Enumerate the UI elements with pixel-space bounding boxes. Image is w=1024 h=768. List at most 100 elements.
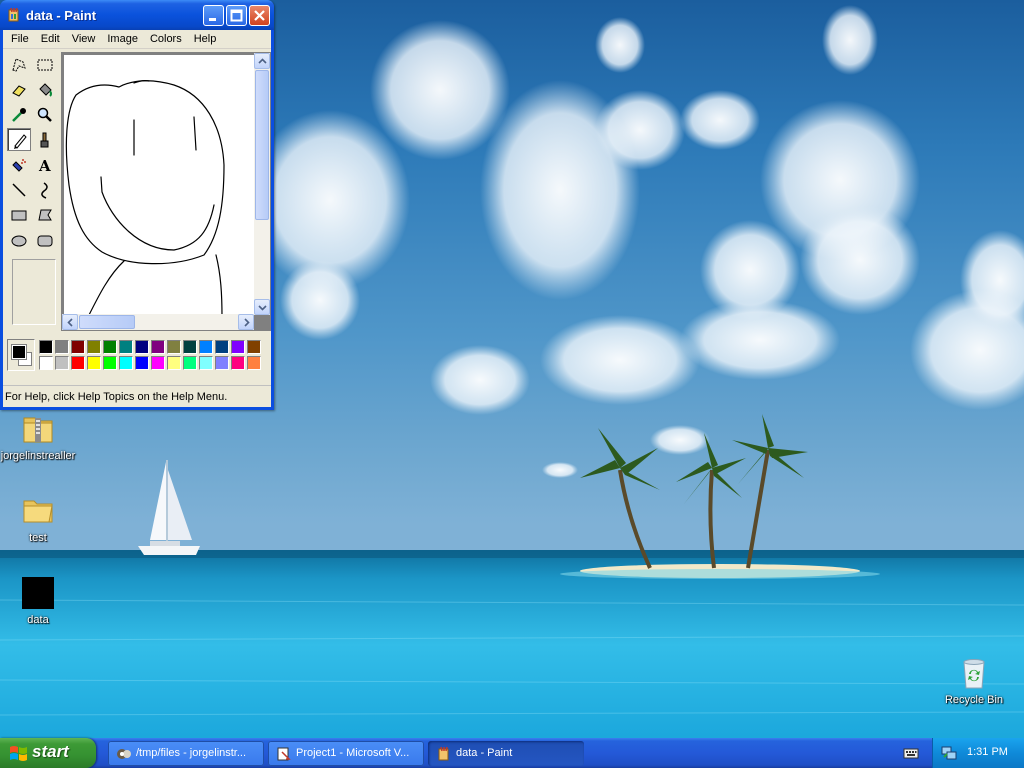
palette-swatch[interactable] (215, 340, 229, 354)
scroll-left-button[interactable] (62, 314, 78, 330)
text-tool-icon: A (38, 157, 51, 174)
zip-folder-icon (21, 412, 55, 446)
paint-title-bar[interactable]: data - Paint (0, 0, 274, 30)
menu-help[interactable]: Help (188, 30, 223, 48)
chevron-up-icon (258, 58, 267, 64)
close-button[interactable] (249, 5, 270, 26)
keyboard-icon[interactable] (903, 746, 919, 760)
tool-curve[interactable] (33, 178, 57, 201)
palette-swatch[interactable] (183, 356, 197, 370)
palette-swatch[interactable] (151, 340, 165, 354)
menu-view[interactable]: View (66, 30, 102, 48)
menu-edit[interactable]: Edit (35, 30, 66, 48)
palette-swatch[interactable] (183, 340, 197, 354)
tool-airbrush[interactable] (7, 153, 31, 176)
palette-swatch[interactable] (199, 340, 213, 354)
scroll-right-button[interactable] (238, 314, 254, 330)
palette-swatch[interactable] (119, 340, 133, 354)
horizontal-scroll-thumb[interactable] (79, 315, 135, 329)
palette-swatch[interactable] (247, 340, 261, 354)
paint-window[interactable]: data - Paint File Edit View Image Colors… (0, 0, 274, 410)
scroll-up-button[interactable] (254, 53, 270, 69)
start-label: start (32, 742, 69, 761)
palette-swatch[interactable] (87, 356, 101, 370)
color-palette (5, 337, 267, 377)
palette-swatch[interactable] (167, 340, 181, 354)
tool-magnifier[interactable] (33, 103, 57, 126)
palette-swatch[interactable] (231, 356, 245, 370)
taskbar-button-paint[interactable]: data - Paint (428, 741, 584, 766)
tool-text[interactable]: A (33, 153, 57, 176)
desktop-icon-label: jorgelinstrealler (0, 450, 76, 462)
palette-swatch[interactable] (231, 340, 245, 354)
tool-options-box[interactable] (12, 259, 56, 325)
tool-brush[interactable] (33, 128, 57, 151)
tool-eraser[interactable] (7, 78, 31, 101)
maximize-button[interactable] (226, 5, 247, 26)
network-icon[interactable] (941, 745, 957, 761)
palette-swatch[interactable] (55, 356, 69, 370)
tool-free-form-select[interactable] (7, 53, 31, 76)
palette-swatch[interactable] (199, 356, 213, 370)
current-colors-box[interactable] (7, 339, 35, 371)
tool-pick-color[interactable] (7, 103, 31, 126)
menu-colors[interactable]: Colors (144, 30, 188, 48)
toolbox: A (5, 51, 59, 331)
palette-swatch[interactable] (135, 340, 149, 354)
clock[interactable]: 1:31 PM (967, 746, 1008, 758)
curve-tool-icon (41, 182, 48, 199)
tool-ellipse[interactable] (7, 228, 31, 251)
tool-polygon[interactable] (33, 203, 57, 226)
scroll-down-button[interactable] (254, 299, 270, 315)
palette-swatch[interactable] (71, 356, 85, 370)
vertical-scrollbar[interactable] (254, 53, 270, 315)
taskbar-button-files[interactable]: /tmp/files - jorgelinstr... (108, 741, 264, 766)
palette-swatch[interactable] (135, 356, 149, 370)
menu-file[interactable]: File (5, 30, 35, 48)
recycle-bin-icon (957, 656, 991, 690)
start-button[interactable]: start (0, 738, 96, 768)
paint-icon (438, 746, 449, 761)
desktop-icon-test[interactable]: test (0, 494, 76, 544)
palette-swatch[interactable] (167, 356, 181, 370)
palette-swatch[interactable] (215, 356, 229, 370)
horizontal-scrollbar[interactable] (62, 314, 254, 330)
tool-line[interactable] (7, 178, 31, 201)
task-label: Project1 - Microsoft V... (296, 747, 410, 759)
vertical-scroll-thumb[interactable] (255, 70, 269, 220)
ellipse-tool-icon (11, 235, 27, 247)
close-icon (254, 10, 265, 21)
rectangle-select-icon (37, 59, 53, 71)
paint-icon (8, 7, 19, 22)
taskbar-button-project1[interactable]: Project1 - Microsoft V... (268, 741, 424, 766)
desktop-icon-jorgelinstrealler[interactable]: jorgelinstrealler (0, 412, 76, 462)
desktop-icon-label: data (27, 614, 49, 626)
desktop-icon-recycle-bin[interactable]: Recycle Bin (936, 656, 1012, 706)
tool-rectangle[interactable] (7, 203, 31, 226)
airbrush-icon (12, 159, 26, 172)
task-label: /tmp/files - jorgelinstr... (136, 747, 247, 759)
desktop-icon-data[interactable]: data (0, 576, 76, 626)
rectangle-tool-icon (11, 210, 27, 221)
eyedropper-icon (12, 108, 26, 122)
chevron-left-icon (67, 318, 73, 327)
palette-swatch[interactable] (39, 356, 53, 370)
palette-swatch[interactable] (87, 340, 101, 354)
palette-swatch[interactable] (71, 340, 85, 354)
menu-image[interactable]: Image (101, 30, 144, 48)
tool-fill-with-color[interactable] (33, 78, 57, 101)
minimize-button[interactable] (203, 5, 224, 26)
drawing-canvas[interactable] (64, 55, 254, 317)
palette-swatch[interactable] (103, 356, 117, 370)
tool-rounded-rectangle[interactable] (33, 228, 57, 251)
palette-swatch[interactable] (151, 356, 165, 370)
folder-icon (21, 494, 55, 528)
palette-swatch[interactable] (39, 340, 53, 354)
palette-swatch[interactable] (119, 356, 133, 370)
chevron-down-icon (258, 305, 267, 311)
palette-swatch[interactable] (247, 356, 261, 370)
tool-select[interactable] (33, 53, 57, 76)
tool-pencil[interactable] (7, 128, 31, 151)
palette-swatch[interactable] (103, 340, 117, 354)
palette-swatch[interactable] (55, 340, 69, 354)
